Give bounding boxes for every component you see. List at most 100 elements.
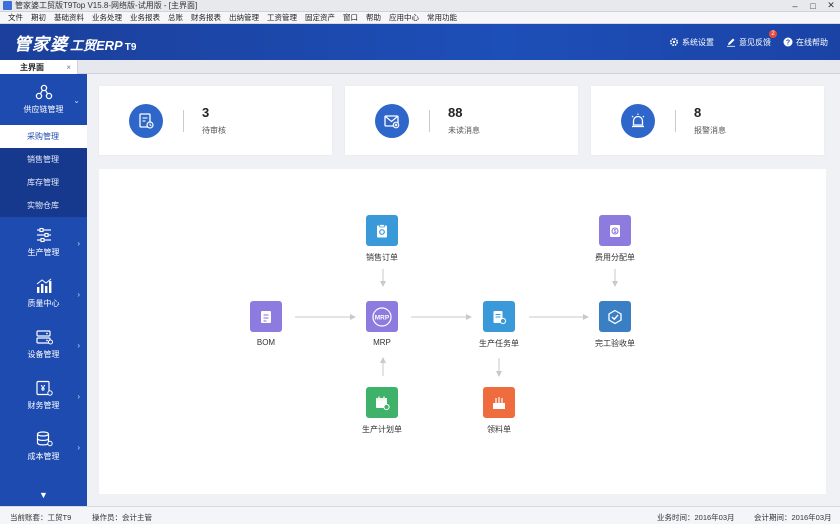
tab-main-label: 主界面 — [20, 62, 44, 72]
sidebar-item-purchase[interactable]: 采购管理 — [0, 125, 87, 148]
status-accounting-period: 会计期间：2016年03月 — [754, 513, 832, 522]
title-bar: 管家婆工贸版T9Top V15.8-网络版-试用版 - [主界面] – □ ✕ — [0, 0, 840, 12]
system-settings-label: 系统设置 — [682, 37, 714, 47]
menu-bar: 文件 期初 基础资料 业务处理 业务报表 总账 财务报表 出纳管理 工资管理 固… — [0, 12, 840, 24]
card-pending-review[interactable]: 3 待审核 — [99, 86, 332, 155]
sidebar-group-label: 供应链管理 — [23, 105, 64, 114]
sliders-icon — [36, 227, 51, 243]
flow-node-sales-order[interactable]: 销售订单 — [342, 215, 422, 263]
flow-node-label: 生产计划单 — [362, 425, 402, 434]
pending-review-count: 3 — [202, 105, 210, 120]
menu-app-center[interactable]: 应用中心 — [385, 12, 423, 24]
menu-opening[interactable]: 期初 — [27, 12, 50, 24]
material-icon — [483, 387, 515, 418]
flow-node-mrp[interactable]: MRP MRP — [342, 301, 422, 347]
sidebar-group-supply-chain[interactable]: 供应链管理 ⌄ — [0, 74, 87, 125]
sidebar-group-production[interactable]: 生产管理 › — [0, 217, 87, 268]
svg-text:$: $ — [614, 229, 617, 235]
tab-close-icon[interactable]: × — [66, 63, 71, 72]
alarm-messages-count: 8 — [694, 105, 702, 120]
device-icon — [35, 330, 53, 345]
unread-messages-count: 88 — [448, 105, 463, 120]
chevron-right-icon: › — [77, 392, 80, 401]
menu-fixed-assets[interactable]: 固定资产 — [301, 12, 339, 24]
menu-help[interactable]: 帮助 — [362, 12, 385, 24]
flow-node-bom[interactable]: BOM — [226, 301, 306, 347]
menu-financial-reports[interactable]: 财务报表 — [187, 12, 225, 24]
tab-main[interactable]: 主界面 × — [0, 60, 78, 74]
sidebar-item-warehouse[interactable]: 实物仓库 — [0, 194, 87, 217]
sidebar-group-quality[interactable]: 质量中心 › — [0, 268, 87, 319]
flow-node-production-task[interactable]: 生产任务单 — [459, 301, 539, 349]
flow-node-fee-allocation[interactable]: $ 费用分配单 — [575, 215, 655, 263]
alarm-icon — [621, 103, 655, 138]
system-settings-button[interactable]: 系统设置 — [669, 37, 714, 48]
bom-icon — [250, 301, 282, 332]
help-icon: ? — [783, 37, 793, 47]
sidebar-submenu: 采购管理 销售管理 库存管理 实物仓库 — [0, 125, 87, 217]
unread-messages-label: 未读消息 — [448, 126, 480, 135]
sidebar-group-label: 质量中心 — [27, 299, 60, 308]
logo: 管家婆 工贸ERP T9 — [14, 30, 136, 55]
sidebar-item-sales[interactable]: 销售管理 — [0, 148, 87, 171]
chevron-right-icon: › — [77, 341, 80, 350]
business-flow-panel: BOM 销售订单 MRP MRP 生产计划单 生产任务单 领料单 $ 费用分配单… — [99, 169, 826, 494]
logo-version: T9 — [124, 41, 137, 53]
sidebar-group-cost[interactable]: 成本管理 › — [0, 421, 87, 472]
menu-file[interactable]: 文件 — [4, 12, 27, 24]
maximize-button[interactable]: □ — [804, 0, 822, 12]
sidebar-scroll-down-icon[interactable]: ▼ — [0, 490, 87, 500]
window-title: 管家婆工贸版T9Top V15.8-网络版-试用版 - [主界面] — [15, 1, 198, 10]
app-icon — [3, 1, 12, 10]
logo-product: 工贸ERP — [70, 37, 123, 53]
close-button[interactable]: ✕ — [822, 0, 840, 12]
menu-common-functions[interactable]: 常用功能 — [423, 12, 461, 24]
chevron-right-icon: › — [77, 239, 80, 248]
menu-ledger[interactable]: 总账 — [164, 12, 187, 24]
acceptance-icon — [599, 301, 631, 332]
flow-node-label: MRP — [373, 338, 391, 347]
cost-icon — [36, 431, 53, 447]
flow-node-material-pick[interactable]: 领料单 — [459, 387, 539, 435]
status-operator: 操作员：会计主管 — [92, 513, 152, 522]
flow-node-label: 销售订单 — [366, 253, 398, 262]
menu-cashier[interactable]: 出纳管理 — [225, 12, 263, 24]
menu-business[interactable]: 业务处理 — [88, 12, 126, 24]
status-business-period: 业务时间：2016年03月 — [657, 513, 735, 522]
calendar-icon — [366, 387, 398, 418]
clipboard-icon — [366, 215, 398, 246]
main-content: 3 待审核 88 未读消息 8 报警消息 BOM 销售订单 MRP MRP 生产… — [87, 74, 840, 506]
online-help-label: 在线帮助 — [796, 37, 828, 47]
sidebar-item-inventory[interactable]: 库存管理 — [0, 171, 87, 194]
menu-business-reports[interactable]: 业务报表 — [126, 12, 164, 24]
flow-node-label: 费用分配单 — [595, 253, 635, 262]
mail-icon — [375, 103, 409, 138]
menu-basic-data[interactable]: 基础资料 — [50, 12, 88, 24]
sidebar-group-equipment[interactable]: 设备管理 › — [0, 319, 87, 370]
svg-text:?: ? — [786, 40, 790, 47]
tab-strip: 主界面 × — [0, 60, 840, 74]
menu-payroll[interactable]: 工资管理 — [263, 12, 301, 24]
sidebar-group-label: 成本管理 — [27, 452, 60, 461]
card-alarm-messages[interactable]: 8 报警消息 — [591, 86, 824, 155]
online-help-button[interactable]: ? 在线帮助 — [783, 37, 828, 48]
flow-node-completion-acceptance[interactable]: 完工验收单 — [575, 301, 655, 349]
minimize-button[interactable]: – — [786, 0, 804, 12]
flow-node-production-plan[interactable]: 生产计划单 — [342, 387, 422, 435]
logo-text: 管家婆 — [14, 34, 68, 54]
supply-chain-icon — [35, 84, 52, 100]
flow-node-label: 生产任务单 — [479, 339, 519, 348]
flow-node-label: 领料单 — [487, 425, 511, 434]
status-account: 当前账套：工贸T9 — [10, 513, 72, 522]
sidebar-group-label: 财务管理 — [27, 401, 60, 410]
card-unread-messages[interactable]: 88 未读消息 — [345, 86, 578, 155]
svg-text:¥: ¥ — [40, 384, 45, 393]
flow-node-label: 完工验收单 — [595, 339, 635, 348]
sidebar-group-finance[interactable]: ¥ 财务管理 › — [0, 370, 87, 421]
feedback-button[interactable]: 意见反馈 2 — [726, 29, 777, 48]
pending-review-label: 待审核 — [202, 126, 226, 135]
feedback-label: 意见反馈 — [739, 37, 771, 47]
fee-icon: $ — [599, 215, 631, 246]
menu-window[interactable]: 窗口 — [339, 12, 362, 24]
feedback-badge: 2 — [769, 29, 777, 38]
